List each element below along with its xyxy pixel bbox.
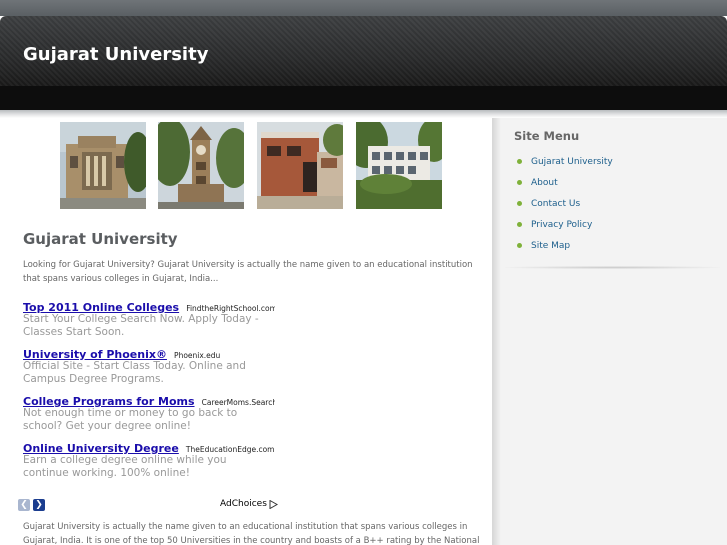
sidebar-link[interactable]: Site Map [531, 241, 570, 251]
ad-description: Start Your College Search Now. Apply Tod… [23, 313, 259, 338]
campus-photo-brick-building [257, 122, 343, 209]
sidebar-item-gujarat-university[interactable]: Gujarat University [517, 151, 613, 172]
ad-title-link[interactable]: Top 2011 Online Colleges [23, 301, 179, 313]
site-title[interactable]: Gujarat University [23, 44, 208, 65]
ad-block: Top 2011 Online Colleges FindtheRightSch… [23, 298, 275, 486]
ad-description: Official Site - Start Class Today. Onlin… [23, 360, 246, 385]
campus-photo-white-building [356, 122, 442, 209]
ad-description: Not enough time or money to go back to s… [23, 407, 238, 432]
main-content: Gujarat University Looking for Gujarat U… [0, 118, 492, 545]
sidebar: Site Menu Gujarat University About Conta… [492, 118, 727, 545]
sidebar-item-about[interactable]: About [517, 172, 613, 193]
page-title: Gujarat University [23, 230, 178, 248]
ad-url[interactable]: Phoenix.edu [174, 351, 220, 360]
sidebar-link[interactable]: About [531, 178, 558, 188]
adchoices-icon [269, 499, 278, 509]
adchoices-link[interactable]: AdChoices [220, 499, 278, 509]
sidebar-link[interactable]: Privacy Policy [531, 220, 592, 230]
ad-item: University of Phoenix® Phoenix.edu Offic… [23, 345, 275, 386]
ad-description: Earn a college degree online while you c… [23, 454, 227, 479]
top-strip [0, 0, 727, 16]
ad-url[interactable]: CareerMoms.Search-Sch... [202, 398, 275, 407]
ad-url[interactable]: FindtheRightSchool.com/Co... [186, 304, 275, 313]
intro-paragraph: Looking for Gujarat University? Gujarat … [23, 260, 473, 284]
site-header: Gujarat University [0, 16, 727, 110]
ad-title-link[interactable]: Online University Degree [23, 442, 179, 454]
chevron-right-icon[interactable]: ❯ [33, 499, 45, 511]
site-menu: Gujarat University About Contact Us Priv… [517, 151, 613, 256]
photo-strip [60, 122, 442, 209]
body-paragraph: Gujarat University is actually the name … [23, 522, 480, 545]
chevron-left-icon[interactable]: ❮ [18, 499, 30, 511]
bullet-icon [517, 201, 522, 206]
adchoices-label: AdChoices [220, 499, 267, 509]
sidebar-title: Site Menu [514, 129, 580, 143]
sidebar-item-contact-us[interactable]: Contact Us [517, 193, 613, 214]
sidebar-divider [505, 266, 720, 269]
header-separator [0, 110, 727, 118]
ad-item: Online University Degree TheEducationEdg… [23, 439, 275, 480]
campus-photo-tower [158, 122, 244, 209]
bullet-icon [517, 180, 522, 185]
ad-item: College Programs for Moms CareerMoms.Sea… [23, 392, 275, 433]
ad-title-link[interactable]: College Programs for Moms [23, 395, 195, 407]
ad-title-link[interactable]: University of Phoenix® [23, 348, 167, 360]
sidebar-item-privacy-policy[interactable]: Privacy Policy [517, 214, 613, 235]
sidebar-link[interactable]: Gujarat University [531, 157, 613, 167]
sidebar-item-site-map[interactable]: Site Map [517, 235, 613, 256]
ad-pager: ❮ ❯ [18, 499, 45, 511]
bullet-icon [517, 222, 522, 227]
ad-url[interactable]: TheEducationEdge.com [186, 445, 275, 454]
bullet-icon [517, 159, 522, 164]
bullet-icon [517, 243, 522, 248]
header-bottom-band [0, 86, 727, 110]
ad-item: Top 2011 Online Colleges FindtheRightSch… [23, 298, 275, 339]
campus-photo-building [60, 122, 146, 209]
sidebar-link[interactable]: Contact Us [531, 199, 580, 209]
